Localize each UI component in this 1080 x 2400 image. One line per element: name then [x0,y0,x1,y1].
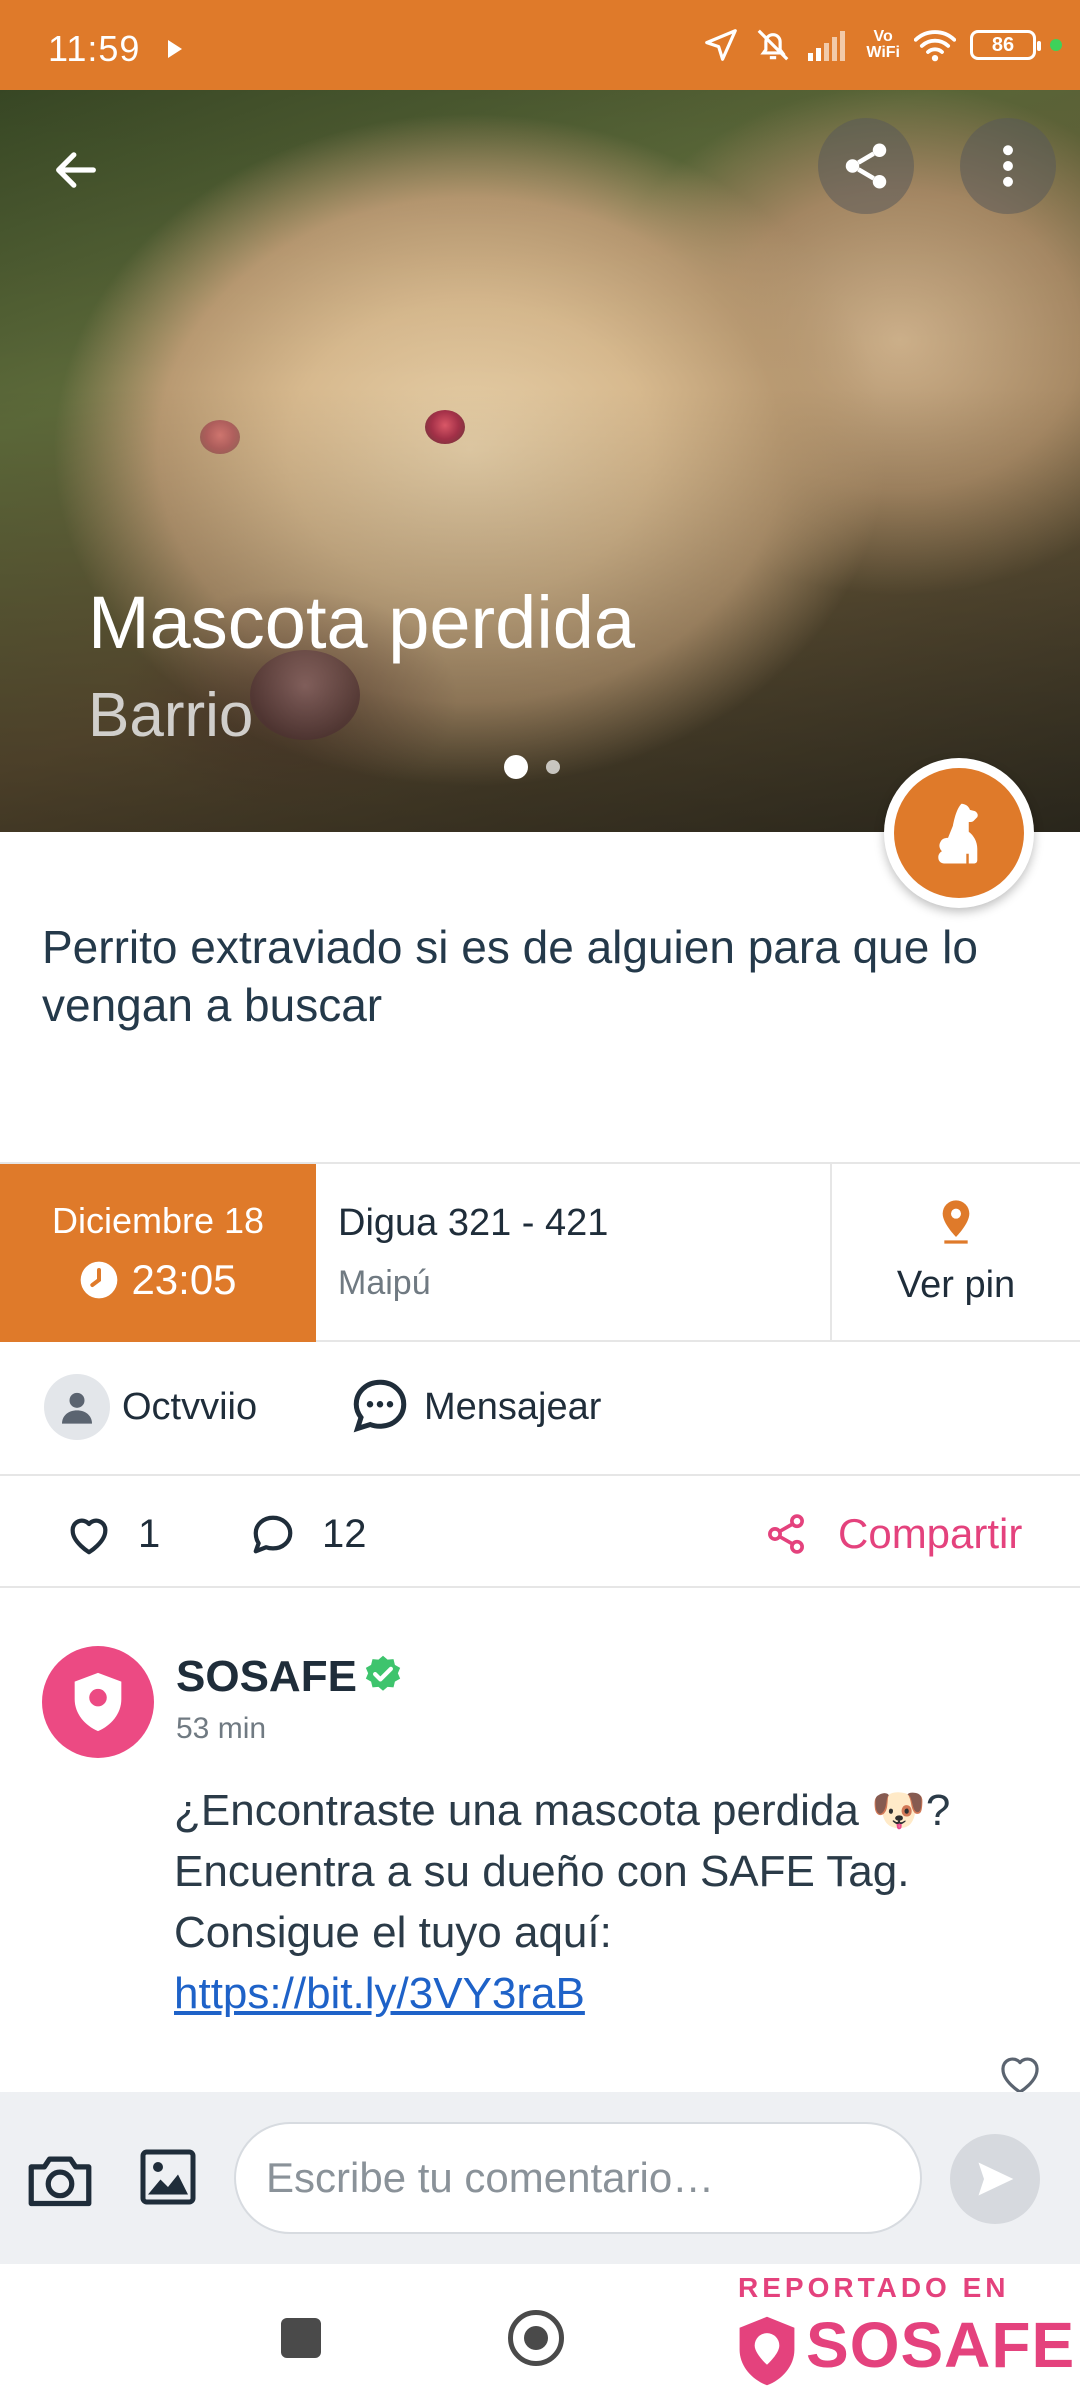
recents-button[interactable] [281,2318,321,2358]
comment-text: ¿Encontraste una mascota perdida 🐶? Encu… [174,1780,1014,2024]
like-count: 1 [138,1512,161,1556]
send-icon [978,2162,1014,2196]
category-badge [884,758,1034,908]
comment-avatar[interactable] [42,1646,154,1758]
image-icon[interactable] [138,2146,198,2208]
comment-count: 12 [322,1512,367,1556]
location-pin-icon [942,1200,970,1244]
comment-author[interactable]: SOSAFE [176,1652,357,1702]
author-avatar[interactable] [44,1374,110,1440]
back-arrow-icon [56,152,96,188]
bell-muted-icon [758,29,789,61]
back-button[interactable] [40,134,112,206]
address-box: Digua 321 - 421 Maipú [316,1164,832,1342]
clock-icon [81,1261,118,1299]
date-box: Diciembre 18 23:05 [0,1164,316,1342]
author-name[interactable]: Octvviio [122,1386,257,1429]
author-row: Octvviio Mensajear [0,1342,1080,1476]
share-icon [845,143,887,189]
message-button[interactable]: Mensajear [424,1386,601,1429]
post-time-container: 23:05 [0,1256,316,1304]
vowifi-indicator: Vo WiFi [866,29,900,61]
vowifi-bottom: WiFi [866,44,900,61]
view-pin-label: Ver pin [896,1264,1016,1306]
sosafe-logo-icon [74,1672,122,1732]
city-name: Maipú [338,1264,431,1302]
comment-body: ¿Encontraste una mascota perdida 🐶? Encu… [174,1786,951,1957]
post-time: 23:05 [131,1256,237,1303]
vowifi-top: Vo [873,28,893,45]
carousel-indicator [504,755,560,779]
post-description: Perrito extraviado si es de alguien para… [42,921,978,1031]
share-button[interactable]: Compartir [838,1510,1022,1558]
reported-watermark: REPORTADO EN SOSAFE [730,2264,1074,2400]
comment-input[interactable] [234,2122,922,2234]
status-bar: 11:59 Vo WiFi 86 [0,0,1080,90]
post-scope-subtitle: Barrio [88,681,254,750]
status-icons: Vo WiFi 86 [702,22,1062,68]
camera-icon[interactable] [26,2150,94,2210]
comment-composer [0,2092,1080,2264]
category-badge-inner [894,768,1024,898]
media-playing-icon [168,40,182,58]
status-time: 11:59 [48,28,141,69]
home-button[interactable] [508,2310,564,2366]
post-info-row: Diciembre 18 23:05 Digua 321 - 421 Maipú… [0,1162,1080,1342]
comment-like-icon[interactable] [996,2050,1044,2098]
carousel-dot-active[interactable] [504,755,528,779]
more-options-button[interactable] [960,118,1056,214]
comment-time: 53 min [176,1712,267,1745]
post-actions-row: 1 12 Compartir [0,1476,1080,1588]
sosafe-shield-icon [739,2316,795,2386]
carousel-dot[interactable] [546,760,560,774]
chat-bubble-icon[interactable] [350,1376,410,1436]
street-address: Digua 321 - 421 [338,1202,609,1244]
comment-link[interactable]: https://bit.ly/3VY3raB [174,1969,585,2018]
share-button[interactable] [818,118,914,214]
comment-item: SOSAFE 53 min ¿Encontraste una mascota p… [0,1590,1080,2094]
more-vert-icon [1003,145,1013,187]
signal-icon [808,31,846,61]
verified-icon [365,1655,401,1691]
dog-icon [938,803,978,864]
user-icon [62,1392,92,1424]
comment-icon[interactable] [250,1512,296,1558]
view-pin-button[interactable]: Ver pin [832,1164,1080,1342]
post-category-title: Mascota perdida [88,581,636,664]
privacy-dot [1050,39,1062,51]
location-arrow-icon [705,29,738,61]
post-date: Diciembre 18 [51,1200,265,1241]
home-button-dot [524,2326,548,2350]
battery-indicator: 86 [970,30,1041,60]
share-nodes-icon[interactable] [764,1512,808,1556]
wifi-icon [914,30,956,62]
hero-photo-carousel[interactable]: Mascota perdida Barrio [0,90,1080,832]
heart-icon[interactable] [66,1512,112,1558]
watermark-brand: SOSAFE [806,2309,1076,2381]
watermark-caption: REPORTADO EN [738,2272,1010,2303]
send-button[interactable] [950,2134,1040,2224]
